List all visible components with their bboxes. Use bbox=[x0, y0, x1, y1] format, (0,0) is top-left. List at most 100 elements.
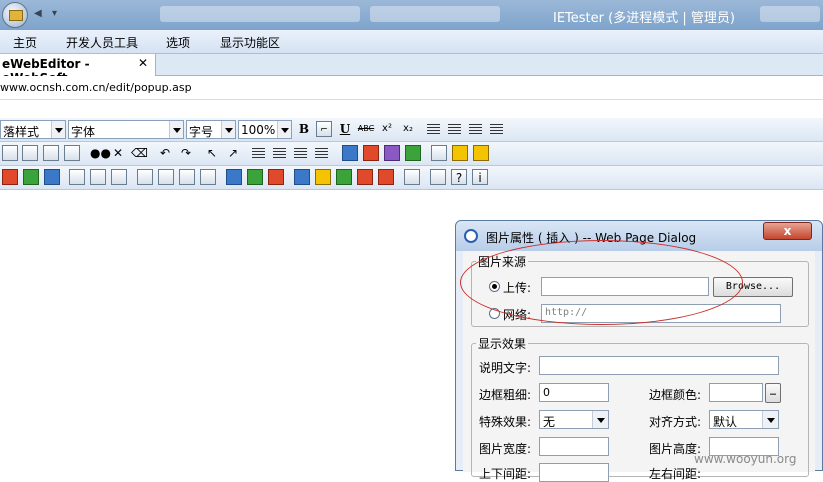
home-icon[interactable] bbox=[44, 169, 60, 185]
alt-text-input[interactable] bbox=[539, 356, 779, 375]
highlight-color-icon[interactable] bbox=[363, 145, 379, 161]
border-width-label: 边框粗细: bbox=[479, 388, 532, 402]
border-width-value: 0 bbox=[543, 386, 550, 399]
find-icon[interactable]: ●● bbox=[90, 145, 111, 161]
font-color-icon[interactable] bbox=[342, 145, 358, 161]
upload-file-input[interactable] bbox=[541, 277, 709, 296]
chevron-down-icon bbox=[169, 121, 183, 138]
address-bar[interactable]: www.ocnsh.com.cn/edit/popup.asp bbox=[0, 76, 823, 100]
align-center-icon[interactable] bbox=[448, 124, 461, 135]
width-input[interactable] bbox=[539, 437, 609, 456]
align-left-icon[interactable] bbox=[427, 124, 440, 135]
image-icon[interactable] bbox=[294, 169, 310, 185]
align-right-icon[interactable] bbox=[469, 124, 482, 135]
absolute-position-icon[interactable]: ↗ bbox=[225, 145, 241, 161]
hyperlink-icon[interactable] bbox=[247, 169, 263, 185]
browser-tab[interactable]: eWebEditor - eWebSoft... ✕ bbox=[0, 54, 156, 85]
font-select[interactable]: 字体 bbox=[68, 120, 184, 139]
file-icon[interactable] bbox=[357, 169, 373, 185]
back-arrow-icon[interactable]: ◀ bbox=[34, 8, 46, 20]
effects-legend: 显示效果 bbox=[478, 337, 527, 351]
ie-icon bbox=[464, 229, 478, 243]
strikethrough-button[interactable]: ABC bbox=[356, 121, 376, 137]
bg-color-icon[interactable] bbox=[384, 145, 400, 161]
ordered-list-icon[interactable] bbox=[252, 148, 265, 159]
address-text: www.ocnsh.com.cn/edit/popup.asp bbox=[0, 81, 192, 94]
border-width-input[interactable]: 0 bbox=[539, 383, 609, 402]
menu-home[interactable]: 主页 bbox=[13, 34, 37, 51]
form-icon[interactable] bbox=[137, 169, 153, 185]
table-props-icon[interactable] bbox=[90, 169, 106, 185]
import-icon[interactable] bbox=[404, 169, 420, 185]
close-tab-icon[interactable]: ✕ bbox=[138, 56, 148, 70]
unordered-list-icon[interactable] bbox=[273, 148, 286, 159]
upload-radio[interactable] bbox=[489, 281, 500, 292]
fieldset-icon[interactable] bbox=[431, 145, 447, 161]
checkbox-icon[interactable] bbox=[158, 169, 174, 185]
emoticon-icon[interactable] bbox=[23, 169, 39, 185]
tab-row: eWebEditor - eWebSoft... ✕ bbox=[0, 54, 823, 85]
outdent-icon[interactable] bbox=[294, 148, 307, 159]
eraser-icon[interactable]: ⌫ bbox=[131, 145, 148, 161]
cell-props-icon[interactable] bbox=[111, 169, 127, 185]
remove-format-icon[interactable] bbox=[405, 145, 421, 161]
cut-icon[interactable] bbox=[2, 145, 18, 161]
gallery-icon[interactable] bbox=[378, 169, 394, 185]
folder-icon bbox=[9, 10, 23, 21]
table-icon[interactable] bbox=[69, 169, 85, 185]
bold-button[interactable]: B bbox=[296, 121, 312, 137]
help-icon[interactable]: ? bbox=[451, 169, 467, 185]
flash-icon[interactable] bbox=[315, 169, 331, 185]
copy-icon[interactable] bbox=[22, 145, 38, 161]
paragraph-style-select[interactable]: 落样式 bbox=[0, 120, 66, 139]
paste-text-icon[interactable] bbox=[64, 145, 80, 161]
anchor-icon[interactable] bbox=[268, 169, 284, 185]
zoom-select[interactable]: 100% bbox=[238, 120, 292, 139]
web-label: 网络: bbox=[503, 308, 532, 322]
border-color-label: 边框颜色: bbox=[649, 388, 702, 402]
save-icon[interactable] bbox=[430, 169, 446, 185]
menu-devtools[interactable]: 开发人员工具 bbox=[66, 34, 138, 51]
menu-show-ribbon[interactable]: 显示功能区 bbox=[220, 34, 280, 51]
textarea-icon[interactable] bbox=[179, 169, 195, 185]
superscript-button[interactable]: x² bbox=[379, 121, 395, 137]
special-char-icon[interactable] bbox=[2, 169, 18, 185]
underline-button[interactable]: U bbox=[337, 121, 353, 137]
undo-icon[interactable]: ↶ bbox=[157, 145, 173, 161]
paste-icon[interactable] bbox=[43, 145, 59, 161]
vertical-spacing-input[interactable] bbox=[539, 463, 609, 482]
web-radio[interactable] bbox=[489, 308, 500, 319]
italic-button[interactable]: ⌐ bbox=[316, 121, 332, 137]
dialog-close-button[interactable]: x bbox=[763, 222, 812, 240]
select-icon[interactable]: ↖ bbox=[204, 145, 220, 161]
color-picker-button[interactable]: … bbox=[765, 383, 781, 403]
info-icon[interactable]: i bbox=[472, 169, 488, 185]
web-link-icon[interactable] bbox=[226, 169, 242, 185]
indent-icon[interactable] bbox=[315, 148, 328, 159]
redo-icon[interactable]: ↷ bbox=[178, 145, 194, 161]
special-effect-select[interactable]: 无 bbox=[539, 410, 609, 429]
blurred-tab bbox=[370, 6, 500, 22]
chevron-down-icon bbox=[51, 121, 65, 138]
special-effect-label: 特殊效果: bbox=[479, 415, 532, 429]
input-field-icon[interactable] bbox=[200, 169, 216, 185]
vertical-spacing-label: 上下间距: bbox=[479, 467, 532, 481]
menu-options[interactable]: 选项 bbox=[166, 34, 190, 51]
delete-icon[interactable]: ✕ bbox=[110, 145, 126, 161]
layer-icon[interactable] bbox=[473, 145, 489, 161]
blurred-tab bbox=[160, 6, 360, 22]
media-icon[interactable] bbox=[336, 169, 352, 185]
font-size-value: 字号 bbox=[189, 125, 214, 139]
border-color-input[interactable] bbox=[709, 383, 763, 402]
align-select[interactable]: 默认 bbox=[709, 410, 779, 429]
url-input[interactable]: http:// bbox=[541, 304, 781, 323]
marquee-icon[interactable] bbox=[452, 145, 468, 161]
dropdown-arrow-icon[interactable]: ▾ bbox=[52, 8, 64, 20]
app-menu-button[interactable] bbox=[2, 2, 28, 28]
menu-bar: 主页 开发人员工具 选项 显示功能区 bbox=[0, 30, 823, 54]
browse-button[interactable]: Browse... bbox=[713, 277, 793, 297]
font-size-select[interactable]: 字号 bbox=[186, 120, 236, 139]
subscript-button[interactable]: x₂ bbox=[400, 121, 416, 137]
insert-toolbar: ? i bbox=[0, 166, 823, 190]
justify-icon[interactable] bbox=[490, 124, 503, 135]
